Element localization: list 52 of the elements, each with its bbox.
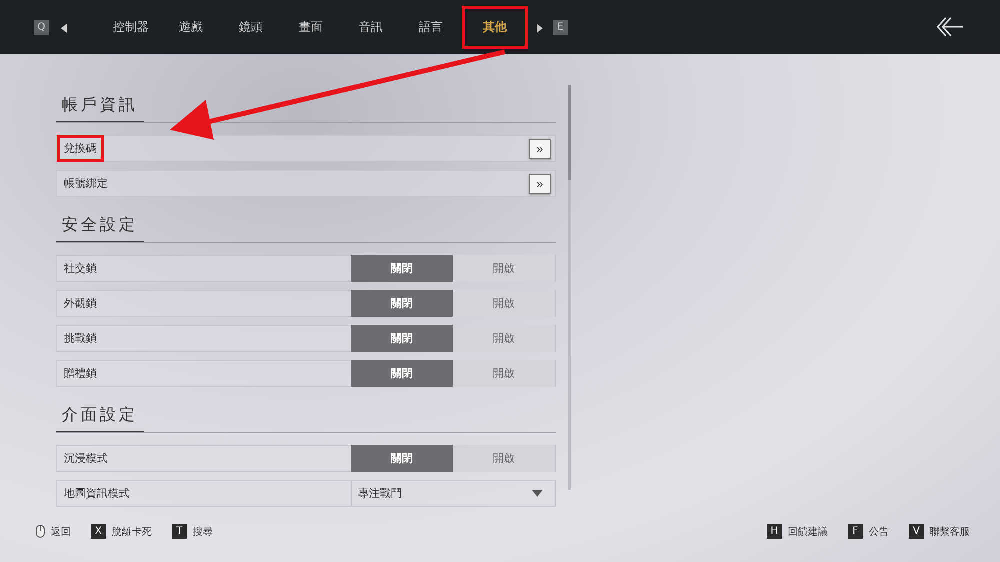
- toggle-option[interactable]: 開啟: [453, 360, 555, 387]
- toggle-option[interactable]: 關閉: [351, 255, 453, 282]
- setting-label: 挑戰鎖: [63, 331, 98, 347]
- key-hint: X: [91, 524, 106, 539]
- toggle-option[interactable]: 關閉: [351, 290, 453, 317]
- tab[interactable]: 語言: [401, 8, 461, 46]
- key-hint: Q: [34, 20, 49, 34]
- tab[interactable]: 音訊: [341, 8, 401, 46]
- key-hint: T: [172, 524, 187, 539]
- tab[interactable]: 畫面: [281, 8, 341, 46]
- mouse-icon: [36, 525, 45, 538]
- setting-label: 外觀鎖: [63, 296, 98, 312]
- key-hint: H: [767, 524, 782, 539]
- tab[interactable]: 鏡頭: [221, 8, 281, 46]
- tab[interactable]: 其他: [465, 8, 525, 46]
- dropdown-arrow-icon: [532, 490, 543, 497]
- key-hint: F: [848, 524, 863, 539]
- toggle-option[interactable]: 關閉: [351, 360, 453, 387]
- key-hint: V: [909, 524, 924, 539]
- hint-label[interactable]: 脫離卡死: [112, 524, 152, 538]
- setting-label: 帳號綁定: [63, 176, 109, 192]
- toggle-option[interactable]: 開啟: [453, 255, 555, 282]
- setting-label: 社交鎖: [63, 261, 98, 277]
- key-hint: E: [553, 20, 568, 34]
- open-button[interactable]: »: [529, 138, 551, 158]
- setting-label: 地圖資訊模式: [63, 486, 131, 502]
- setting-label: 沉浸模式: [63, 451, 109, 467]
- tab[interactable]: 控制器: [101, 8, 161, 46]
- caret-icon: [537, 24, 543, 32]
- setting-label: 兌換碼: [60, 138, 101, 159]
- section-title: 介面設定: [56, 405, 144, 433]
- setting-row[interactable]: 兌換碼 »: [56, 135, 556, 162]
- hint-label[interactable]: 搜尋: [193, 524, 213, 538]
- toggle-option[interactable]: 開啟: [453, 445, 555, 472]
- toggle-option[interactable]: 開啟: [453, 325, 555, 352]
- hint-label[interactable]: 聯繫客服: [930, 524, 970, 538]
- hint-label[interactable]: 公告: [869, 524, 889, 538]
- section-title: 安全設定: [56, 215, 144, 243]
- toggle-option[interactable]: 關閉: [351, 325, 453, 352]
- setting-row[interactable]: 帳號綁定 »: [56, 170, 556, 197]
- back-icon[interactable]: [936, 17, 964, 37]
- dropdown[interactable]: 專注戰鬥: [351, 480, 555, 507]
- setting-label: 贈禮鎖: [63, 366, 98, 382]
- scrollbar[interactable]: [568, 85, 571, 490]
- caret-icon: [61, 24, 67, 32]
- toggle-option[interactable]: 關閉: [351, 445, 453, 472]
- toggle-option[interactable]: 開啟: [453, 290, 555, 317]
- hint-label[interactable]: 返回: [51, 524, 71, 538]
- hint-label[interactable]: 回饋建議: [788, 524, 828, 538]
- section-title: 帳戶資訊: [56, 95, 144, 123]
- open-button[interactable]: »: [529, 174, 551, 194]
- tab[interactable]: 遊戲: [161, 8, 221, 46]
